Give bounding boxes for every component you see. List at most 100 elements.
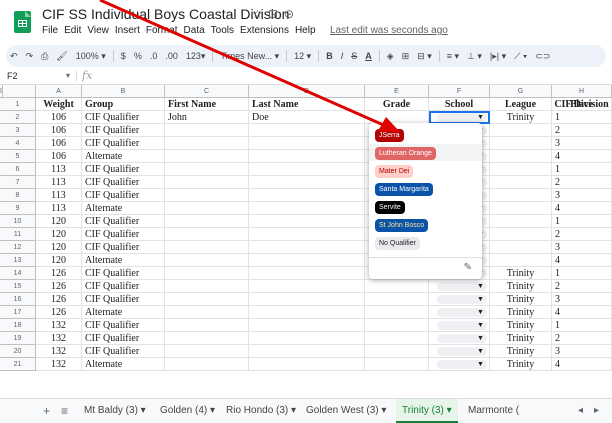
zoom-select[interactable]: 100% ▾: [72, 51, 110, 62]
cell-w[interactable]: 113: [36, 202, 82, 215]
cell-g[interactable]: Alternate: [82, 306, 165, 319]
number-format-select[interactable]: 123▾: [182, 51, 210, 62]
cell-pl[interactable]: 1: [552, 111, 612, 124]
cell-g[interactable]: CIF Qualifier: [82, 267, 165, 280]
cell-w[interactable]: 120: [36, 215, 82, 228]
cell-g[interactable]: CIF Qualifier: [82, 124, 165, 137]
cell-g[interactable]: Alternate: [82, 358, 165, 371]
cell-ln[interactable]: [249, 137, 365, 150]
cell-pl[interactable]: 3: [552, 137, 612, 150]
cell-gr[interactable]: ▼: [365, 358, 429, 371]
row-number[interactable]: 15: [0, 280, 36, 293]
cell-g[interactable]: CIF Qualifier: [82, 215, 165, 228]
menu-extensions[interactable]: Extensions: [240, 25, 289, 36]
italic-button[interactable]: I: [337, 51, 348, 61]
cell-ln[interactable]: [249, 267, 365, 280]
cell-pl[interactable]: 4: [552, 202, 612, 215]
cell-lg[interactable]: [490, 176, 552, 189]
cell-fn[interactable]: [165, 293, 249, 306]
cell-pl[interactable]: 3: [552, 241, 612, 254]
cell-pl[interactable]: 1: [552, 319, 612, 332]
column-title-4[interactable]: Last Name: [249, 98, 365, 111]
cell-ln[interactable]: [249, 124, 365, 137]
cell-ln[interactable]: [249, 319, 365, 332]
cell-fn[interactable]: [165, 163, 249, 176]
cell-fn[interactable]: [165, 150, 249, 163]
cell-fn[interactable]: [165, 189, 249, 202]
column-header-h[interactable]: H: [552, 85, 612, 98]
row-number[interactable]: 6: [0, 163, 36, 176]
cell-lg[interactable]: [490, 189, 552, 202]
fill-color-icon[interactable]: ◈: [383, 51, 398, 62]
cell-w[interactable]: 132: [36, 332, 82, 345]
row-number[interactable]: 18: [0, 319, 36, 332]
cell-lg[interactable]: Trinity: [490, 111, 552, 124]
cell-fn[interactable]: [165, 124, 249, 137]
cell-g[interactable]: CIF Qualifier: [82, 280, 165, 293]
text-wrap-icon[interactable]: |▸| ▾: [486, 51, 510, 62]
chevron-down-icon[interactable]: ▼: [477, 306, 484, 318]
menu-file[interactable]: File: [42, 25, 58, 36]
row-number[interactable]: 9: [0, 202, 36, 215]
cell-ln[interactable]: [249, 150, 365, 163]
row-number[interactable]: 13: [0, 254, 36, 267]
cell-fn[interactable]: [165, 345, 249, 358]
row-number[interactable]: 16: [0, 293, 36, 306]
chevron-down-icon[interactable]: ▼: [477, 345, 484, 357]
row-number[interactable]: 11: [0, 228, 36, 241]
cell-w[interactable]: 106: [36, 124, 82, 137]
cell-lg[interactable]: Trinity: [490, 319, 552, 332]
cell-ln[interactable]: [249, 215, 365, 228]
all-sheets-icon[interactable]: ≡: [61, 404, 68, 418]
text-rotation-icon[interactable]: ⟋ ▾: [510, 51, 531, 62]
cell-lg[interactable]: [490, 215, 552, 228]
dropdown-option[interactable]: Servite: [369, 198, 482, 215]
sheet-tab[interactable]: Golden (4) ▾: [154, 399, 221, 423]
cell-fn[interactable]: [165, 241, 249, 254]
cell-g[interactable]: Alternate: [82, 202, 165, 215]
column-header-f[interactable]: F: [429, 85, 490, 98]
cell-ln[interactable]: [249, 293, 365, 306]
cell-gr[interactable]: ▼: [365, 332, 429, 345]
percent-button[interactable]: %: [130, 51, 146, 61]
cell-g[interactable]: Alternate: [82, 254, 165, 267]
cell-lg[interactable]: [490, 150, 552, 163]
sheet-tab[interactable]: Mt Baldy (3) ▾: [78, 399, 152, 423]
cell-g[interactable]: CIF Qualifier: [82, 345, 165, 358]
borders-icon[interactable]: ⊞: [398, 51, 414, 62]
cell-w[interactable]: 113: [36, 176, 82, 189]
cell-g[interactable]: CIF Qualifier: [82, 176, 165, 189]
strikethrough-button[interactable]: S: [347, 51, 361, 61]
cell-lg[interactable]: Trinity: [490, 280, 552, 293]
cell-ln[interactable]: [249, 306, 365, 319]
cell-g[interactable]: CIF Qualifier: [82, 319, 165, 332]
cell-fn[interactable]: [165, 254, 249, 267]
dropdown-option[interactable]: No Qualifier: [369, 234, 482, 251]
cell-w[interactable]: 106: [36, 111, 82, 124]
cell-w[interactable]: 113: [36, 163, 82, 176]
row-number[interactable]: 17: [0, 306, 36, 319]
cell-gr[interactable]: ▼: [365, 293, 429, 306]
sheet-tab[interactable]: Golden West (3) ▾: [300, 399, 392, 423]
cell-pl[interactable]: 2: [552, 228, 612, 241]
cell-gr[interactable]: ▼: [365, 345, 429, 358]
cell-w[interactable]: 132: [36, 345, 82, 358]
text-color-button[interactable]: A: [361, 51, 376, 61]
chevron-down-icon[interactable]: ▼: [477, 358, 484, 370]
row-number[interactable]: 19: [0, 332, 36, 345]
menu-edit[interactable]: Edit: [64, 25, 81, 36]
row-number[interactable]: 8: [0, 189, 36, 202]
cell-fn[interactable]: [165, 319, 249, 332]
cell-w[interactable]: 126: [36, 280, 82, 293]
chevron-down-icon[interactable]: ▾: [138, 405, 146, 416]
star-icon[interactable]: ☆: [252, 7, 263, 21]
cell-lg[interactable]: [490, 163, 552, 176]
cell-g[interactable]: CIF Qualifier: [82, 228, 165, 241]
column-title-9[interactable]: CIF Division: [552, 98, 612, 111]
menu-view[interactable]: View: [87, 25, 109, 36]
vertical-align-icon[interactable]: ⊥ ▾: [463, 51, 486, 62]
cell-fn[interactable]: [165, 332, 249, 345]
paint-format-icon[interactable]: 🖌: [52, 51, 71, 62]
redo-icon[interactable]: ↷: [22, 51, 38, 62]
column-header-i[interactable]: I: [0, 85, 3, 98]
